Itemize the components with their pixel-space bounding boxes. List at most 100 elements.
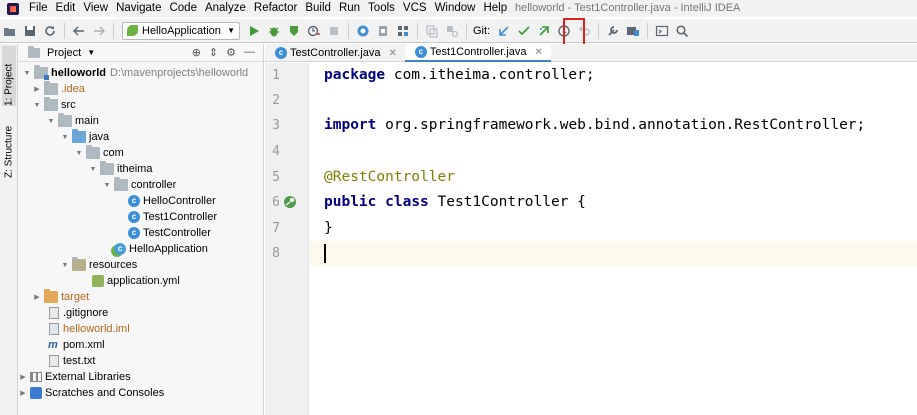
toolbar-divider: [598, 22, 600, 39]
menu-tools[interactable]: Tools: [364, 0, 399, 17]
profile-icon[interactable]: [304, 21, 324, 41]
tree-node-java[interactable]: ▼ java: [18, 129, 264, 145]
gear-icon[interactable]: ⚙: [226, 46, 236, 59]
expanded-arrow-icon[interactable]: ▼: [32, 102, 42, 109]
tree-node-external-libraries[interactable]: ▶ External Libraries: [18, 369, 264, 385]
project-structure-folder-icon[interactable]: [623, 21, 643, 41]
expanded-arrow-icon[interactable]: ▼: [74, 150, 84, 157]
terminal-icon[interactable]: [652, 21, 672, 41]
menu-navigate[interactable]: Navigate: [112, 0, 165, 17]
menu-code[interactable]: Code: [165, 0, 201, 17]
collapsed-arrow-icon[interactable]: ▶: [32, 85, 42, 93]
attach-debugger-icon[interactable]: [373, 21, 393, 41]
close-icon[interactable]: ✕: [535, 47, 543, 58]
tree-node-application-yml[interactable]: application.yml: [18, 273, 264, 289]
tree-node-pom-xml[interactable]: m pom.xml: [18, 337, 264, 353]
expanded-arrow-icon[interactable]: ▼: [22, 70, 32, 77]
tree-node-com[interactable]: ▼ com: [18, 145, 264, 161]
copy-icon[interactable]: [422, 21, 442, 41]
run-with-coverage-icon[interactable]: [284, 21, 304, 41]
structure-tool-tab[interactable]: Z: Structure: [2, 118, 16, 178]
tree-node-controller[interactable]: ▼ controller: [18, 177, 264, 193]
tree-node-label: java: [89, 131, 110, 143]
expanded-arrow-icon[interactable]: ▼: [60, 134, 70, 141]
line-number: 5: [272, 170, 280, 185]
expanded-arrow-icon[interactable]: ▼: [88, 166, 98, 173]
expanded-arrow-icon[interactable]: ▼: [60, 262, 70, 269]
menu-analyze[interactable]: Analyze: [201, 0, 250, 17]
save-icon[interactable]: [20, 21, 40, 41]
menu-help[interactable]: Help: [479, 0, 511, 17]
run-configuration-select[interactable]: HelloApplication ▼: [122, 21, 240, 40]
menu-vcs[interactable]: VCS: [399, 0, 431, 17]
tree-node-main[interactable]: ▼ main: [18, 113, 264, 129]
spring-bean-gutter-icon[interactable]: [283, 195, 297, 209]
forward-arrow-icon[interactable]: [89, 21, 109, 41]
project-structure-icon[interactable]: [393, 21, 413, 41]
menu-view[interactable]: View: [79, 0, 112, 17]
menu-file[interactable]: File: [25, 0, 52, 17]
menu-refactor[interactable]: Refactor: [250, 0, 301, 17]
tree-node-label: com: [103, 147, 124, 159]
open-folder-icon[interactable]: [0, 21, 20, 41]
tree-node-testcontroller[interactable]: c TestController: [18, 225, 264, 241]
menu-edit[interactable]: Edit: [52, 0, 80, 17]
tree-node-target[interactable]: ▶ target: [18, 289, 264, 305]
git-update-icon[interactable]: [494, 21, 514, 41]
tab-test1controller[interactable]: c Test1Controller.java ✕: [404, 44, 551, 62]
collapsed-arrow-icon[interactable]: ▶: [18, 373, 28, 381]
collapsed-arrow-icon[interactable]: ▶: [32, 293, 42, 301]
project-panel-title[interactable]: Project: [47, 47, 81, 59]
menu-window[interactable]: Window: [431, 0, 480, 17]
tree-node-helloapplication[interactable]: c HelloApplication: [18, 241, 264, 257]
code-line-6: public class Test1Controller {: [324, 190, 586, 215]
expanded-arrow-icon[interactable]: ▼: [102, 182, 112, 189]
toolbar-divider: [466, 22, 467, 39]
main-toolbar: HelloApplication ▼ Git:: [0, 19, 917, 43]
tree-node-test-txt[interactable]: test.txt: [18, 353, 264, 369]
run-icon[interactable]: [244, 21, 264, 41]
tree-node-resources[interactable]: ▼ resources: [18, 257, 264, 273]
menu-run[interactable]: Run: [335, 0, 364, 17]
locate-file-icon[interactable]: ⊕: [192, 46, 201, 59]
expanded-arrow-icon[interactable]: ▼: [46, 118, 56, 125]
search-everywhere-icon[interactable]: [672, 21, 692, 41]
tree-node-scratches[interactable]: ▶ Scratches and Consoles: [18, 385, 264, 401]
line-number: 4: [272, 144, 280, 159]
tree-node-src[interactable]: ▼ src: [18, 97, 264, 113]
code-editor[interactable]: 1 2 3 4 5 6 7 8 package com.itheima.cont…: [265, 63, 917, 415]
menu-build[interactable]: Build: [301, 0, 335, 17]
settings-wrench-icon[interactable]: [603, 21, 623, 41]
structure-tool-tab-label: Z: Structure: [3, 125, 15, 178]
stop-icon[interactable]: [324, 21, 344, 41]
collapsed-arrow-icon[interactable]: ▶: [18, 389, 28, 397]
tree-node-hellocontroller[interactable]: c HelloController: [18, 193, 264, 209]
tree-node-helloworld-iml[interactable]: helloworld.iml: [18, 321, 264, 337]
back-arrow-icon[interactable]: [69, 21, 89, 41]
git-history-icon[interactable]: [554, 21, 574, 41]
spring-leaf-icon: [127, 25, 138, 36]
find-usages-icon[interactable]: [442, 21, 462, 41]
tree-node-idea[interactable]: ▶ .idea: [18, 81, 264, 97]
java-class-icon: c: [128, 227, 140, 239]
collapse-all-icon[interactable]: ⇕: [209, 46, 218, 59]
java-class-icon: c: [128, 195, 140, 207]
tree-node-itheima[interactable]: ▼ itheima: [18, 161, 264, 177]
git-commit-icon[interactable]: [514, 21, 534, 41]
close-icon[interactable]: ✕: [389, 48, 397, 59]
debug-icon[interactable]: [264, 21, 284, 41]
tree-node-helloworld[interactable]: ▼ helloworld D:\mavenprojects\helloworld: [18, 65, 264, 81]
project-tool-tab[interactable]: 1: Project: [2, 46, 16, 106]
chevron-down-icon[interactable]: ▼: [87, 48, 95, 57]
git-push-icon[interactable]: [534, 21, 554, 41]
update-running-app-icon[interactable]: [353, 21, 373, 41]
tab-testcontroller[interactable]: c TestController.java ✕: [265, 44, 405, 62]
synchronize-icon[interactable]: [40, 21, 60, 41]
keyword-public: public: [324, 194, 377, 210]
tree-node-gitignore[interactable]: .gitignore: [18, 305, 264, 321]
hide-icon[interactable]: —: [244, 46, 255, 59]
tree-node-label: External Libraries: [45, 371, 131, 383]
maven-file-icon: m: [48, 339, 58, 351]
git-rollback-icon[interactable]: [574, 21, 594, 41]
tree-node-test1controller[interactable]: c Test1Controller: [18, 209, 264, 225]
